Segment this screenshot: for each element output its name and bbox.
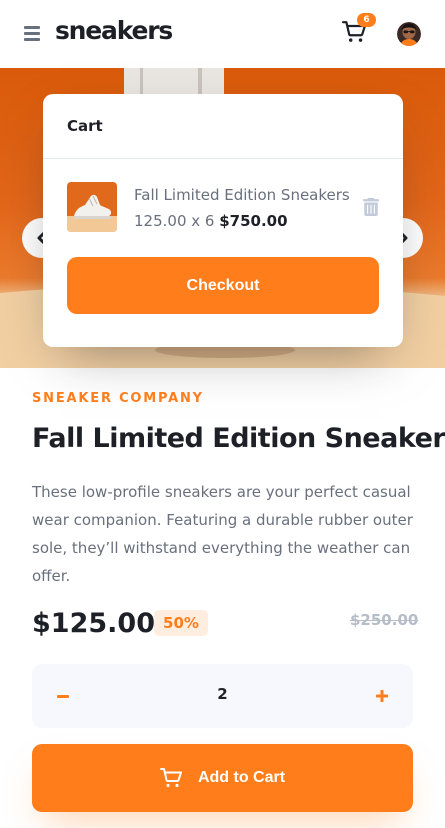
menu-icon[interactable] [24, 26, 40, 41]
cart-count-badge: 6 [357, 13, 376, 27]
add-to-cart-button[interactable]: Add to Cart [32, 744, 413, 812]
product-title: Fall Limited Edition Sneakers [32, 423, 445, 454]
trash-icon[interactable] [363, 198, 379, 216]
quantity-stepper: 2 [32, 664, 413, 728]
plus-icon [376, 690, 388, 702]
cart-dropdown: Cart Fall Limited Edition Sneakers 125.0… [43, 94, 403, 347]
cart-item-thumbnail [67, 182, 117, 232]
add-to-cart-label: Add to Cart [197, 769, 286, 786]
quantity-value: 2 [217, 685, 228, 703]
decrease-quantity-button[interactable] [54, 684, 72, 708]
logo[interactable]: sneakers [55, 16, 173, 45]
checkout-button[interactable]: Checkout [67, 257, 379, 314]
divider [43, 158, 403, 159]
cart-title: Cart [67, 117, 103, 135]
cart-item-total: $750.00 [219, 212, 288, 230]
increase-quantity-button[interactable] [372, 684, 392, 708]
cart-item-name: Fall Limited Edition Sneakers [134, 186, 350, 204]
cart-item-price: 125.00 x 6 $750.00 [134, 212, 288, 230]
original-price: $250.00 [350, 611, 419, 629]
cart-icon [159, 768, 182, 788]
cart-item-unit-qty: 125.00 x 6 [134, 212, 215, 230]
minus-icon [57, 694, 69, 698]
header: sneakers 6 [0, 0, 445, 68]
product-description: These low-profile sneakers are your perf… [32, 483, 413, 585]
company-label: SNEAKER COMPANY [32, 391, 204, 406]
avatar[interactable] [397, 22, 421, 46]
current-price: $125.00 [32, 608, 155, 639]
discount-badge: 50% [154, 610, 208, 636]
